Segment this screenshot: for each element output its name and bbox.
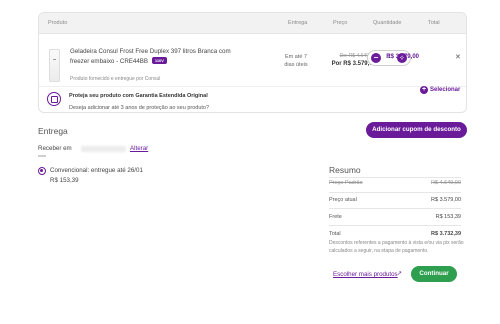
delivery-estimate: Em até 7 dias úteis <box>276 53 316 69</box>
cart-table-header: Produto Entrega Preço Quantidade Total <box>39 13 466 34</box>
summary-divider <box>329 177 461 178</box>
shipping-option-radio[interactable] <box>38 167 46 175</box>
choose-more-products-link[interactable]: Escolher mais produtos <box>333 271 398 278</box>
receive-at-label: Receber em <box>38 145 72 152</box>
summary-shipping-value: R$ 153,39 <box>435 214 461 220</box>
remove-item-icon[interactable]: ✕ <box>455 53 461 61</box>
warranty-question: Deseja adicionar até 3 anos de proteção … <box>69 105 210 111</box>
summary-divider <box>329 192 461 193</box>
continue-button[interactable]: Continuar <box>411 266 457 282</box>
redacted-address <box>81 146 126 152</box>
external-link-icon[interactable]: ↗ <box>397 270 402 277</box>
summary-total-label: Total <box>329 231 341 237</box>
header-total: Total <box>428 20 440 26</box>
header-product: Produto <box>48 20 68 26</box>
product-image[interactable] <box>49 49 60 82</box>
seller-info: Produto fornecido e entregue por Consul <box>70 76 161 82</box>
summary-current-price-label: Preço atual <box>329 197 357 203</box>
shield-icon <box>47 92 61 106</box>
summary-title: Resumo <box>329 165 361 175</box>
voltage-badge: 110V <box>151 56 167 64</box>
cart-card: Produto Entrega Preço Quantidade Total G… <box>38 12 467 113</box>
summary-standard-price-label: Preço Padrão <box>329 180 363 186</box>
product-name[interactable]: Geladeira Consul Frost Free Duplex 397 l… <box>70 47 240 66</box>
delivery-estimate-line2: dias úteis <box>284 62 308 68</box>
cart-divider <box>39 86 466 87</box>
summary-current-price-value: R$ 3.579,00 <box>431 197 461 203</box>
delivery-estimate-line1: Em até 7 <box>284 54 307 60</box>
header-delivery: Entrega <box>288 20 308 26</box>
delivery-section-title: Entrega <box>38 126 68 136</box>
add-coupon-button[interactable]: Adicionar cupom de desconto <box>366 122 467 138</box>
plus-circle-icon[interactable]: + <box>420 86 428 94</box>
summary-shipping-label: Frete <box>329 214 342 220</box>
warranty-title: Proteja seu produto com Garantia Estendi… <box>69 93 208 99</box>
shipping-option-label[interactable]: Convencional: entregue até 26/01 <box>50 167 143 174</box>
payment-disclaimer: Descontos referentes a pagamento à vista… <box>329 240 464 254</box>
header-quantity: Quantidade <box>373 20 402 26</box>
summary-total-value: R$ 3.732,39 <box>431 231 461 237</box>
summary-standard-price-value: R$ 4.649,00 <box>431 180 461 186</box>
change-address-link[interactable]: Alterar <box>130 145 148 152</box>
header-price: Preço <box>333 20 348 26</box>
summary-divider <box>329 225 461 226</box>
product-name-text[interactable]: Geladeira Consul Frost Free Duplex 397 l… <box>70 48 231 65</box>
summary-divider <box>329 208 461 209</box>
select-warranty-button[interactable]: Selecionar <box>430 87 460 93</box>
item-total: R$ 3.579,00 <box>386 54 419 60</box>
shipping-option-price: R$ 153,39 <box>50 177 79 184</box>
redacted-detail <box>38 155 46 157</box>
